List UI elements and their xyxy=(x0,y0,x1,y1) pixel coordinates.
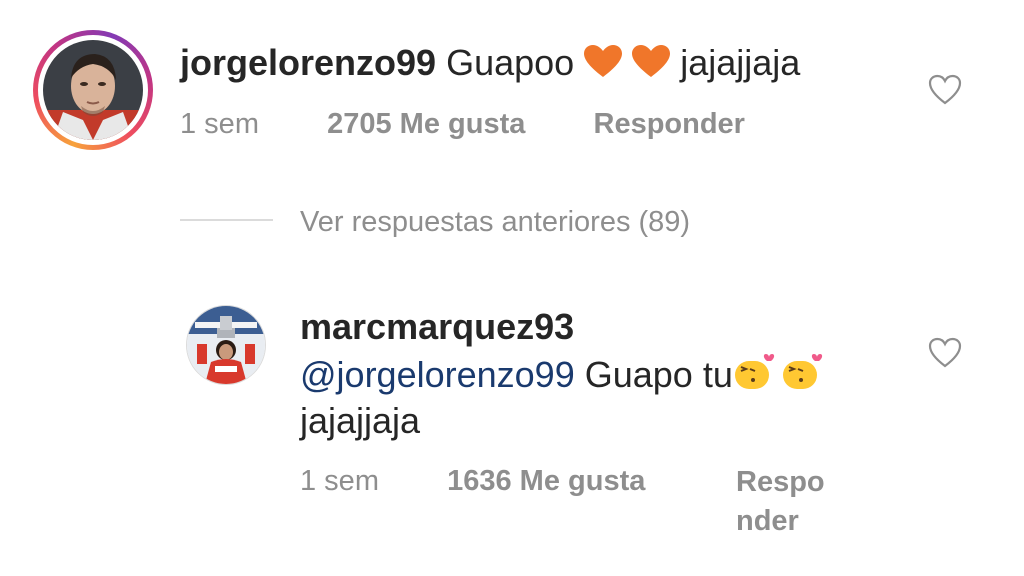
reply-reply-label-line1: Respo xyxy=(736,466,825,498)
reply-meta: 1 sem 1636 Me gusta xyxy=(300,463,645,499)
reply-like-heart-icon[interactable] xyxy=(928,337,962,374)
comment-time: 1 sem xyxy=(180,108,259,140)
avatar[interactable] xyxy=(43,40,143,140)
reply-body-line1: @jorgelorenzo99 Guapo tu xyxy=(300,352,825,404)
comment-like-heart-icon[interactable] xyxy=(928,74,962,111)
avatar-image xyxy=(43,40,143,140)
orange-heart-icon xyxy=(584,45,671,77)
reply-mention-link[interactable]: @jorgelorenzo99 xyxy=(300,354,575,395)
reply-time: 1 sem xyxy=(300,465,379,497)
comment-body: jorgelorenzo99 Guapoo jajajjaja xyxy=(180,40,800,90)
reply-likes[interactable]: 1636 Me gusta xyxy=(447,465,645,497)
avatar-story-ring[interactable] xyxy=(33,30,153,150)
reply-reply-button[interactable]: Respo nder xyxy=(736,463,825,541)
replies-divider xyxy=(180,219,273,221)
heart-outline-icon xyxy=(928,337,962,368)
heart-emoji-pair xyxy=(584,44,671,90)
kissing-face-heart-icon xyxy=(734,354,822,389)
comment-likes[interactable]: 2705 Me gusta xyxy=(327,108,525,140)
reply-avatar[interactable] xyxy=(186,305,266,385)
heart-outline-icon xyxy=(928,74,962,105)
kiss-emoji-pair xyxy=(733,353,825,404)
reply-reply-label-line2: nder xyxy=(736,505,799,537)
reply-avatar-image xyxy=(187,306,265,384)
comment-meta: 1 sem 2705 Me gusta Responder xyxy=(180,106,745,142)
view-replies-link[interactable]: Ver respuestas anteriores (89) xyxy=(300,204,690,240)
reply-username-text[interactable]: marcmarquez93 xyxy=(300,306,574,347)
reply-text: Guapo tu xyxy=(584,354,733,395)
comment-reply-button[interactable]: Responder xyxy=(594,108,745,140)
comment-username[interactable]: jorgelorenzo99 xyxy=(180,42,436,83)
comment-text-before: Guapoo xyxy=(446,42,575,83)
reply-body-line2: jajajjaja xyxy=(300,400,421,441)
reply-username[interactable]: marcmarquez93 xyxy=(300,304,574,350)
comment-text-after: jajajjaja xyxy=(680,42,801,83)
